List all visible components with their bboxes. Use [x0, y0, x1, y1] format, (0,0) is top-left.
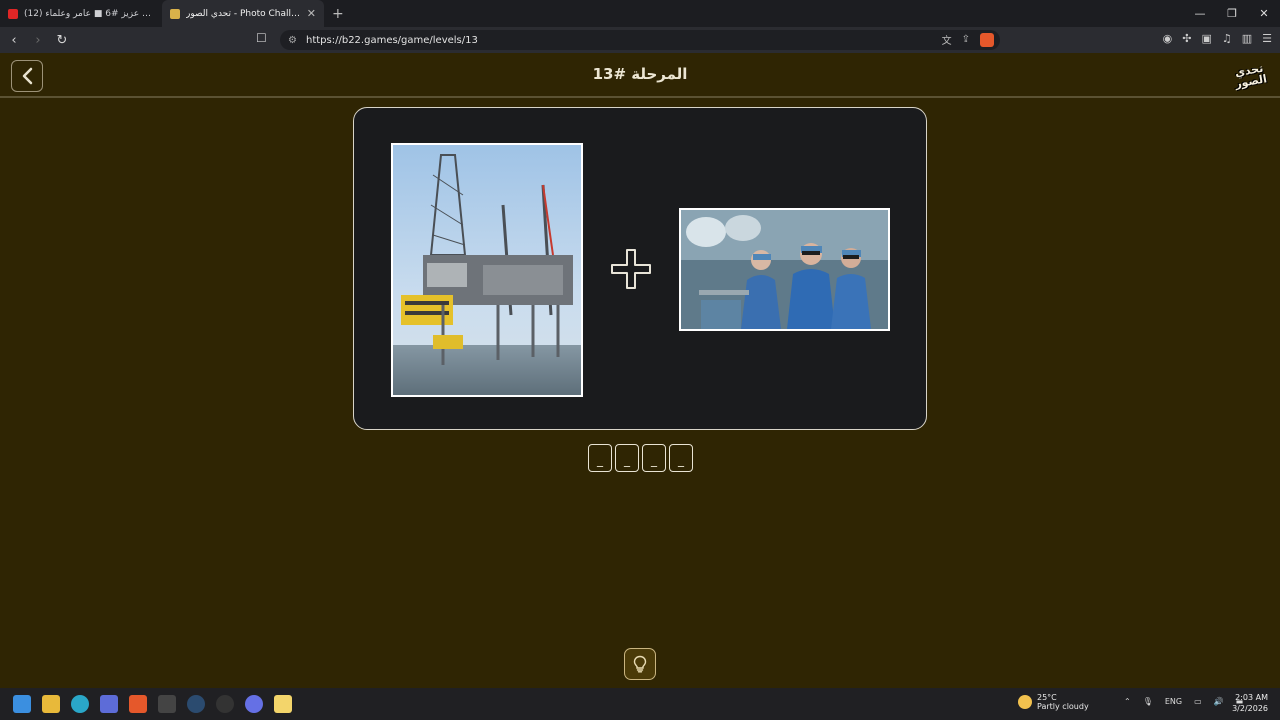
hint-button[interactable]: [624, 648, 656, 680]
puzzle-card: [353, 107, 927, 430]
minimize-icon[interactable]: —: [1184, 0, 1216, 27]
reload-icon[interactable]: ↻: [52, 30, 72, 50]
browser-tools: ◉ ✣ ▣ ♫ ▥ ☰: [1163, 32, 1272, 45]
new-tab-button[interactable]: +: [332, 6, 344, 22]
language-indicator[interactable]: ENG: [1165, 697, 1182, 706]
brave-icon[interactable]: [129, 695, 147, 713]
clock-date: 3/2/2026: [1232, 704, 1268, 713]
forward-nav-icon[interactable]: ›: [28, 30, 48, 50]
extensions-icon[interactable]: ✣: [1182, 32, 1191, 45]
network-icon[interactable]: ▭: [1194, 697, 1202, 706]
close-window-icon[interactable]: ✕: [1248, 0, 1280, 27]
lightbulb-icon: [633, 655, 647, 673]
answer-slot[interactable]: _: [669, 444, 693, 472]
weather-temp: 25°C: [1037, 693, 1057, 702]
tab-title: (12) حروف مع عزيز #6 ■ عامر وعلماء: [24, 8, 154, 19]
panel-icon[interactable]: ▥: [1242, 32, 1252, 45]
tab-photo-challenge[interactable]: تحدي الصور - Photo Challenge ✕: [162, 0, 324, 27]
url-text[interactable]: https://b22.games/game/levels/13: [306, 35, 478, 46]
windows-start-icon[interactable]: [13, 695, 31, 713]
omnibox-actions: 文 ⇪: [942, 32, 994, 47]
answer-slots: _ _ _ _: [588, 444, 693, 472]
weather-text: Partly cloudy: [1037, 702, 1089, 711]
clock[interactable]: 2:03 AM 3/2/2026: [1228, 692, 1268, 714]
surgeons-image: [679, 208, 890, 331]
menu-icon[interactable]: ☰: [1262, 32, 1272, 45]
browser-tab-bar: (12) حروف مع عزيز #6 ■ عامر وعلماء تحدي …: [0, 0, 1280, 27]
edge-icon[interactable]: [71, 695, 89, 713]
restore-icon[interactable]: ❐: [1216, 0, 1248, 27]
tray-chevron-up-icon[interactable]: ⌃: [1124, 697, 1131, 706]
bookmark-icon[interactable]: ☐: [256, 31, 267, 45]
tab-youtube[interactable]: (12) حروف مع عزيز #6 ■ عامر وعلماء: [0, 0, 162, 27]
plus-icon: [611, 249, 651, 289]
clock-time: 2:03 AM: [1235, 693, 1268, 702]
share-icon[interactable]: ⇪: [962, 34, 970, 45]
volume-icon[interactable]: 🔊: [1214, 697, 1224, 706]
answer-slot[interactable]: _: [588, 444, 612, 472]
discord-icon[interactable]: [245, 695, 263, 713]
answer-slot[interactable]: _: [615, 444, 639, 472]
microphone-icon[interactable]: 🎙: [1143, 697, 1153, 706]
system-tray: ⌃ 🎙 ENG ▭ 🔊 ▬: [1124, 697, 1243, 706]
answer-slot[interactable]: _: [642, 444, 666, 472]
window-controls: — ❐ ✕: [1184, 0, 1280, 27]
store-icon[interactable]: [100, 695, 118, 713]
youtube-icon: [8, 8, 18, 19]
brave-shields-icon[interactable]: [980, 32, 994, 47]
back-nav-icon[interactable]: ‹: [4, 30, 24, 50]
close-tab-icon[interactable]: ✕: [307, 7, 316, 20]
app-logo[interactable]: تحدي الصور: [1227, 56, 1272, 96]
game-favicon-icon: [170, 8, 180, 19]
steam-icon[interactable]: [187, 695, 205, 713]
weather-widget[interactable]: 25°C Partly cloudy: [1018, 693, 1089, 711]
address-bar[interactable]: ⚙ https://b22.games/game/levels/13 文 ⇪: [280, 30, 1000, 50]
obs-icon[interactable]: [216, 695, 234, 713]
wallet-icon[interactable]: ◉: [1163, 32, 1173, 45]
translate-icon[interactable]: 文: [942, 32, 952, 47]
sidebar-icon[interactable]: ▣: [1201, 32, 1211, 45]
tab-title: تحدي الصور - Photo Challenge: [186, 8, 301, 19]
site-settings-icon[interactable]: ⚙: [288, 35, 302, 46]
media-icon[interactable]: ♫: [1222, 32, 1232, 45]
app-header: المرحلة #13 تحدي الصور: [0, 53, 1280, 98]
level-title: المرحلة #13: [592, 65, 688, 83]
oil-rig-image: [391, 143, 583, 397]
epic-games-icon[interactable]: [158, 695, 176, 713]
file-explorer-icon[interactable]: [42, 695, 60, 713]
windows-taskbar: 25°C Partly cloudy ⌃ 🎙 ENG ▭ 🔊 ▬ 2:03 AM…: [0, 688, 1280, 720]
app-folder-icon[interactable]: [274, 695, 292, 713]
address-toolbar: ‹ › ↻ ☐ ⚙ https://b22.games/game/levels/…: [0, 27, 1280, 53]
partly-cloudy-icon: [1018, 695, 1032, 709]
